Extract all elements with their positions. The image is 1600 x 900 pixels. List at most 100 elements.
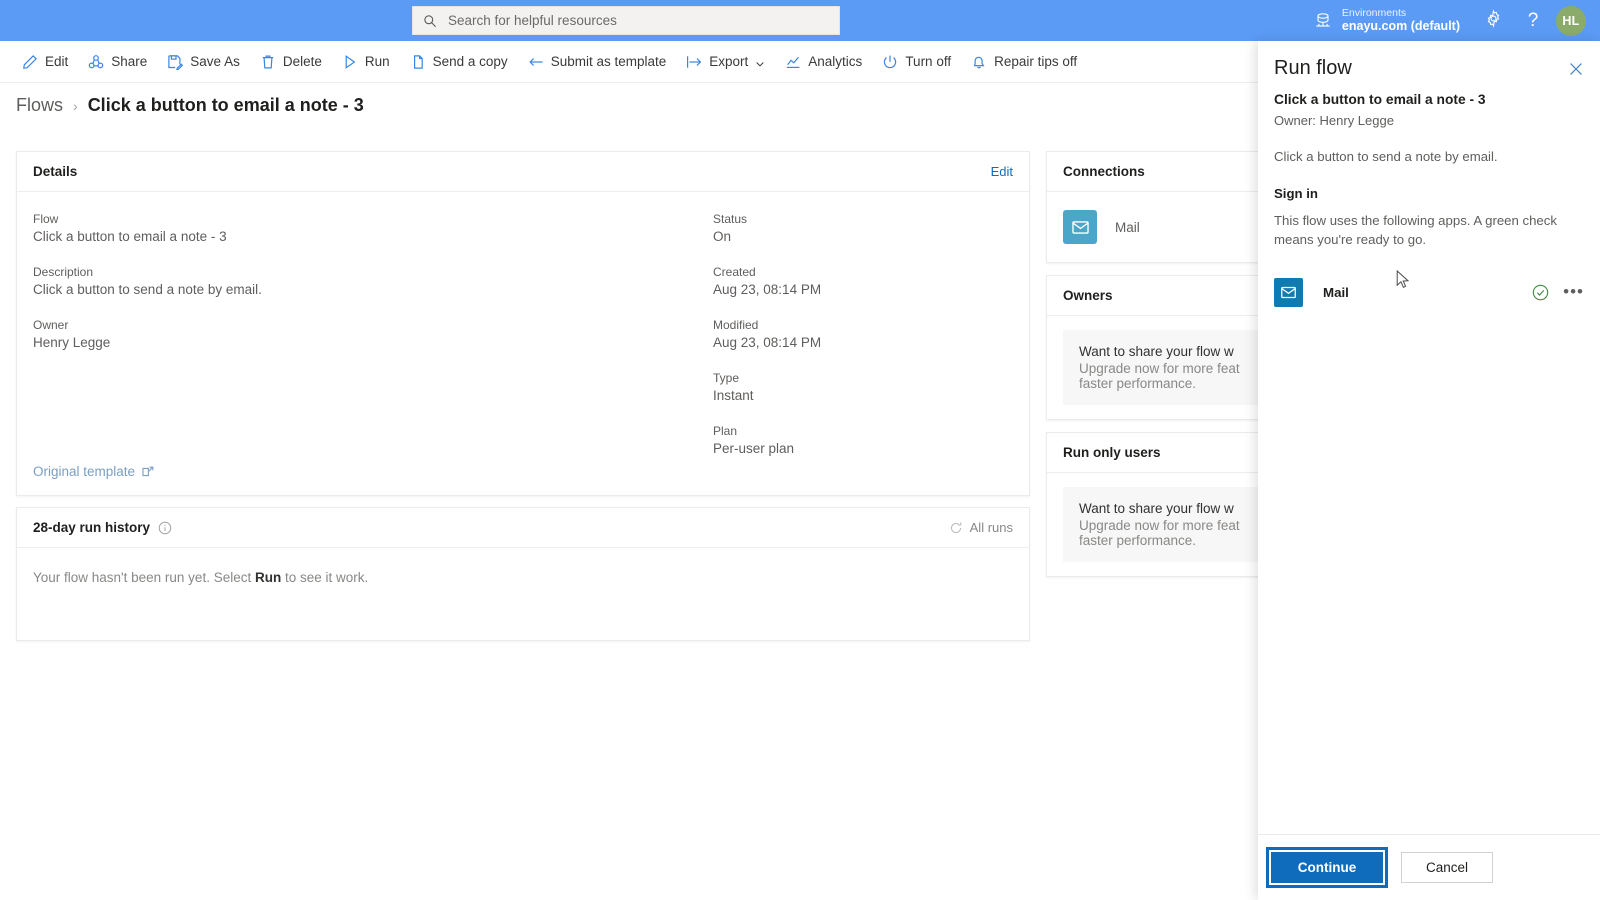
run-button[interactable]: Run xyxy=(332,41,400,83)
field-flow-value: Click a button to email a note - 3 xyxy=(33,229,227,244)
run-flow-owner: Owner: Henry Legge xyxy=(1274,113,1394,128)
field-description: Description Click a button to send a not… xyxy=(33,265,681,297)
field-type: Type Instant xyxy=(713,371,1011,403)
details-card: Details Edit Flow Click a button to emai… xyxy=(16,151,1030,496)
run-history-empty-text-after: to see it work. xyxy=(281,570,369,585)
turn-off-button[interactable]: Turn off xyxy=(872,41,961,83)
export-button[interactable]: Export xyxy=(676,41,775,83)
field-plan: Plan Per-user plan xyxy=(713,424,1011,456)
share-button[interactable]: Share xyxy=(78,41,157,83)
analytics-icon xyxy=(785,54,801,70)
repair-tips-off-button[interactable]: Repair tips off xyxy=(961,41,1087,83)
field-type-value: Instant xyxy=(713,388,754,403)
run-flow-panel-footer: Continue Cancel xyxy=(1258,834,1600,900)
field-owner-value: Henry Legge xyxy=(33,335,111,350)
avatar[interactable]: HL xyxy=(1556,5,1586,36)
field-plan-value: Per-user plan xyxy=(713,441,795,456)
run-flow-panel-header: Run flow xyxy=(1274,57,1584,79)
copy-icon xyxy=(410,54,426,70)
export-icon xyxy=(686,54,702,70)
page-title: Click a button to email a note - 3 xyxy=(87,95,364,115)
field-type-label: Type xyxy=(713,371,740,385)
run-history-empty-text-bold: Run xyxy=(254,570,282,585)
field-owner-label: Owner xyxy=(33,318,69,332)
environment-value: enayu.com (default) xyxy=(1341,19,1460,34)
field-owner: Owner Henry Legge xyxy=(33,318,681,350)
app-connection-row[interactable]: Mail ••• xyxy=(1274,275,1584,309)
field-status-value: On xyxy=(713,229,732,244)
analytics-button[interactable]: Analytics xyxy=(775,41,872,83)
refresh-icon xyxy=(949,521,963,535)
details-edit-link[interactable]: Edit xyxy=(991,164,1013,179)
save-as-label: Save As xyxy=(190,54,240,69)
question-mark-icon: ? xyxy=(1527,9,1539,31)
mail-icon xyxy=(1063,210,1097,244)
field-created: Created Aug 23, 08:14 PM xyxy=(713,265,1011,297)
ellipsis-icon[interactable]: ••• xyxy=(1563,283,1584,300)
environment-selector[interactable]: Environments enayu.com (default) xyxy=(1313,7,1460,34)
mail-icon xyxy=(1274,277,1303,307)
continue-button[interactable]: Continue xyxy=(1271,852,1383,883)
connections-title: Connections xyxy=(1063,164,1145,179)
field-flow: Flow Click a button to email a note - 3 xyxy=(33,212,681,244)
details-title: Details xyxy=(33,164,78,179)
edit-button[interactable]: Edit xyxy=(12,41,78,83)
environment-label: Environments xyxy=(1341,6,1407,19)
sign-in-heading: Sign in xyxy=(1274,186,1318,201)
connection-name: Mail xyxy=(1115,219,1140,235)
help-button[interactable]: ? xyxy=(1516,4,1550,38)
run-flow-panel-body: Run flow Click a button to email a note … xyxy=(1258,41,1600,900)
field-plan-label: Plan xyxy=(713,424,738,438)
all-runs-label: All runs xyxy=(969,520,1013,535)
run-flow-description: Click a button to send a note by email. xyxy=(1274,149,1498,164)
repair-tips-off-label: Repair tips off xyxy=(994,54,1078,69)
breadcrumb-separator: › xyxy=(73,97,78,114)
share-icon xyxy=(88,54,104,70)
run-label: Run xyxy=(364,54,390,69)
field-status: Status On xyxy=(713,212,1011,244)
settings-button[interactable] xyxy=(1476,4,1510,38)
turn-off-label: Turn off xyxy=(905,54,952,69)
details-card-header: Details Edit xyxy=(17,152,1029,192)
field-modified-value: Aug 23, 08:14 PM xyxy=(713,335,822,350)
app-connection-name: Mail xyxy=(1323,284,1349,300)
field-description-label: Description xyxy=(33,265,94,279)
original-template-link[interactable]: Original template xyxy=(33,464,154,479)
original-template-label: Original template xyxy=(33,464,136,479)
send-a-copy-button[interactable]: Send a copy xyxy=(400,41,518,83)
gear-icon xyxy=(1484,8,1503,33)
continue-button-focus-ring: Continue xyxy=(1266,847,1388,888)
bell-icon xyxy=(971,54,987,70)
delete-button[interactable]: Delete xyxy=(250,41,332,83)
run-history-title: 28-day run history xyxy=(33,520,151,535)
breadcrumb-parent-link[interactable]: Flows xyxy=(16,95,63,116)
submit-as-template-label: Submit as template xyxy=(550,54,667,69)
search-input[interactable] xyxy=(446,12,829,29)
details-left-column: Flow Click a button to email a note - 3 … xyxy=(17,212,697,496)
submit-as-template-button[interactable]: Submit as template xyxy=(518,41,677,83)
run-history-empty-text-before: Your flow hasn't been run yet. Select xyxy=(33,570,255,585)
run-history-empty-state: Your flow hasn't been run yet. Select Ru… xyxy=(17,548,1029,607)
play-icon xyxy=(342,54,358,70)
all-runs-link[interactable]: All runs xyxy=(949,520,1013,535)
breadcrumb: Flows › Click a button to email a note -… xyxy=(16,95,364,116)
field-modified-label: Modified xyxy=(713,318,759,332)
details-body: Flow Click a button to email a note - 3 … xyxy=(17,192,1029,496)
export-label: Export xyxy=(709,54,749,69)
run-only-users-title: Run only users xyxy=(1063,445,1161,460)
field-status-label: Status xyxy=(713,212,748,226)
save-as-button[interactable]: Save As xyxy=(157,41,250,83)
chevron-down-icon xyxy=(755,57,765,67)
top-app-bar: Environments enayu.com (default) ? HL xyxy=(0,0,1600,41)
owners-title: Owners xyxy=(1063,288,1113,303)
search-box[interactable] xyxy=(412,6,840,35)
submit-template-icon xyxy=(528,54,544,70)
info-icon[interactable] xyxy=(158,521,172,535)
close-icon[interactable] xyxy=(1568,61,1584,77)
share-label: Share xyxy=(111,54,148,69)
field-created-label: Created xyxy=(713,265,756,279)
delete-label: Delete xyxy=(282,54,322,69)
run-flow-panel-title: Run flow xyxy=(1274,57,1352,79)
trash-icon xyxy=(260,54,276,70)
cancel-button[interactable]: Cancel xyxy=(1401,852,1493,883)
